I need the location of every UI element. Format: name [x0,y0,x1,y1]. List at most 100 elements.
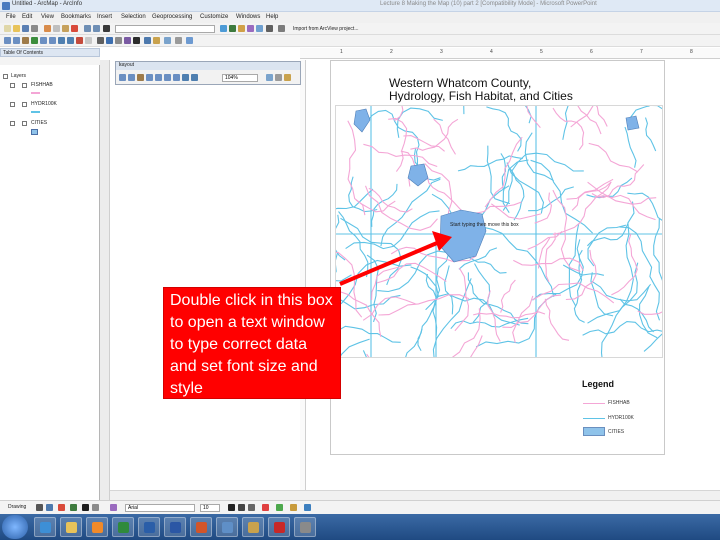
fishhab-checkbox[interactable] [10,83,15,88]
taskbar-media[interactable] [86,517,108,537]
pan-icon[interactable] [22,37,29,44]
copy-icon[interactable] [53,25,60,32]
line-icon[interactable] [70,504,77,511]
hydr100k-checkbox[interactable] [10,102,15,107]
taskbar-powerpoint[interactable] [190,517,212,537]
zoom-whole-page-icon[interactable] [146,74,153,81]
undo-icon[interactable] [84,25,91,32]
measure-icon[interactable] [124,37,131,44]
menu-selection[interactable]: Selection [121,14,146,20]
menu-windows[interactable]: Windows [236,14,260,20]
layout-toolbar-header[interactable]: Layout × [116,62,300,70]
rectangle-icon[interactable] [58,504,65,511]
cut-icon[interactable] [44,25,51,32]
drawing-menu[interactable]: Drawing [8,504,26,510]
zoom-in-icon[interactable] [4,37,11,44]
start-button[interactable] [2,515,28,539]
fishhab-layer-label[interactable]: FISHHAB [31,82,53,88]
menu-customize[interactable]: Customize [200,14,228,20]
fixed-zoom-in-layout-icon[interactable] [164,74,171,81]
data-frame[interactable] [335,105,663,358]
taskbar-app[interactable] [294,517,316,537]
import-arcview-button[interactable]: Import from ArcView project... [293,26,358,32]
hydr100k-visibility-checkbox[interactable] [22,102,27,107]
italic-icon[interactable] [238,504,245,511]
horizontal-scrollbar[interactable] [110,490,720,500]
identify-icon[interactable] [106,37,113,44]
map-title[interactable]: Western Whatcom County, Hydrology, Fish … [389,77,573,103]
catalog-icon[interactable] [238,25,245,32]
map-inset-text[interactable]: Start typing then move this box [450,222,519,228]
fishhab-visibility-checkbox[interactable] [22,83,27,88]
table-of-contents-icon[interactable] [229,25,236,32]
font-name-combo[interactable]: Arial [125,504,195,512]
find-icon[interactable] [115,37,122,44]
layers-root[interactable]: Layers [11,73,26,79]
open-icon[interactable] [13,25,20,32]
layers-expand-icon[interactable] [3,74,8,79]
menu-edit[interactable]: Edit [22,14,32,20]
text-icon[interactable] [82,504,89,511]
time-slider-icon[interactable] [153,37,160,44]
save-icon[interactable] [22,25,29,32]
layout-zoom-out-icon[interactable] [128,74,135,81]
forward-icon[interactable] [67,37,74,44]
menu-file[interactable]: File [6,14,16,20]
modelbuilder-icon[interactable] [278,25,285,32]
change-layout-icon[interactable] [284,74,291,81]
full-extent-icon[interactable] [31,37,38,44]
fixed-zoom-out-layout-icon[interactable] [173,74,180,81]
select-elements-icon[interactable] [97,37,104,44]
layout-forward-icon[interactable] [191,74,198,81]
taskbar-explorer[interactable] [60,517,82,537]
bold-icon[interactable] [228,504,235,511]
hydr100k-layer-label[interactable]: HYDR100K [31,101,57,107]
focus-data-frame-icon[interactable] [275,74,282,81]
menu-view[interactable]: View [41,14,54,20]
cities-visibility-checkbox[interactable] [22,121,27,126]
redo-icon[interactable] [93,25,100,32]
close-icon[interactable]: × [119,62,298,68]
font-color-icon[interactable] [262,504,269,511]
search-icon[interactable] [247,25,254,32]
menu-help[interactable]: Help [266,14,278,20]
layout-zoom-in-icon[interactable] [119,74,126,81]
html-popup-icon[interactable] [144,37,151,44]
taskbar-outlook[interactable] [138,517,160,537]
select-elements-draw-icon[interactable] [36,504,43,511]
clear-selection-icon[interactable] [85,37,92,44]
menu-insert[interactable]: Insert [97,14,112,20]
back-icon[interactable] [58,37,65,44]
callout-tool-icon[interactable] [92,504,99,511]
zoom-100-icon[interactable] [155,74,162,81]
taskbar-acrobat[interactable] [268,517,290,537]
arctoolbox-icon[interactable] [256,25,263,32]
create-viewer-icon[interactable] [164,37,171,44]
edit-vertices-icon[interactable] [110,504,117,511]
map-scale-combo[interactable] [115,25,215,33]
go-to-xy-icon[interactable] [175,37,182,44]
fixed-zoom-in-icon[interactable] [40,37,47,44]
taskbar-word[interactable] [164,517,186,537]
rotate-icon[interactable] [46,504,53,511]
taskbar-ie[interactable] [34,517,56,537]
underline-icon[interactable] [248,504,255,511]
taskbar-arcmap[interactable] [216,517,238,537]
delete-icon[interactable] [71,25,78,32]
select-features-icon[interactable] [76,37,83,44]
taskbar-arccatalog[interactable] [242,517,264,537]
marker-color-icon[interactable] [304,504,311,511]
font-size-combo[interactable]: 10 [200,504,220,512]
paste-icon[interactable] [62,25,69,32]
line-color-icon[interactable] [290,504,297,511]
fill-color-icon[interactable] [276,504,283,511]
hyperlink-icon[interactable] [133,37,140,44]
layout-zoom-icon[interactable] [186,37,193,44]
layout-back-icon[interactable] [182,74,189,81]
toggle-draft-mode-icon[interactable] [266,74,273,81]
python-icon[interactable] [266,25,273,32]
taskbar-excel[interactable] [112,517,134,537]
layout-zoom-combo[interactable]: 104% [222,74,258,82]
new-icon[interactable] [4,25,11,32]
layout-pan-icon[interactable] [137,74,144,81]
